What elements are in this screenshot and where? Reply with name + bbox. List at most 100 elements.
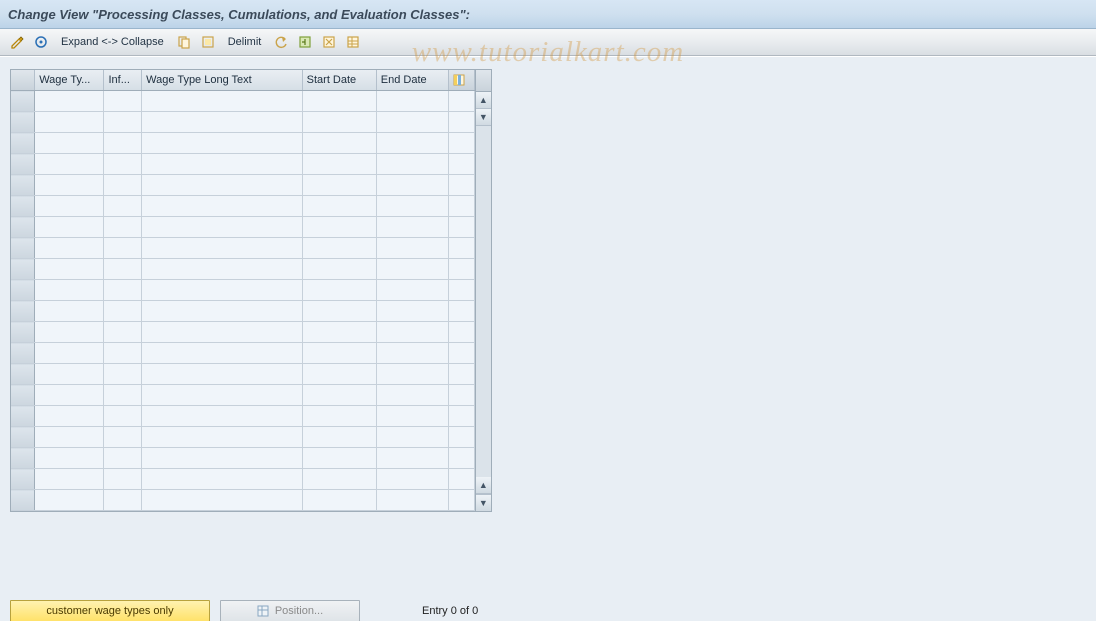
cell[interactable]: [142, 490, 303, 511]
cell[interactable]: [104, 196, 142, 217]
cell[interactable]: [104, 112, 142, 133]
row-selector[interactable]: [11, 280, 35, 301]
cell[interactable]: [35, 406, 104, 427]
cell[interactable]: [104, 154, 142, 175]
cell[interactable]: [302, 385, 376, 406]
scroll-track[interactable]: [476, 126, 491, 477]
row-selector[interactable]: [11, 196, 35, 217]
cell[interactable]: [448, 343, 474, 364]
row-selector[interactable]: [11, 133, 35, 154]
cell[interactable]: [448, 175, 474, 196]
cell[interactable]: [302, 196, 376, 217]
cell[interactable]: [376, 280, 448, 301]
cell[interactable]: [448, 406, 474, 427]
cell[interactable]: [104, 238, 142, 259]
cell[interactable]: [104, 217, 142, 238]
change-icon[interactable]: [6, 31, 28, 53]
cell[interactable]: [448, 448, 474, 469]
cell[interactable]: [142, 238, 303, 259]
cell[interactable]: [448, 238, 474, 259]
row-selector[interactable]: [11, 154, 35, 175]
expand-collapse-button[interactable]: Expand <-> Collapse: [54, 31, 171, 53]
scroll-down-step-icon[interactable]: ▼: [476, 109, 491, 126]
cell[interactable]: [376, 112, 448, 133]
cell[interactable]: [104, 301, 142, 322]
row-selector[interactable]: [11, 343, 35, 364]
cell[interactable]: [302, 469, 376, 490]
cell[interactable]: [35, 301, 104, 322]
cell[interactable]: [302, 406, 376, 427]
row-selector[interactable]: [11, 427, 35, 448]
table-row[interactable]: [11, 175, 474, 196]
other-view-icon[interactable]: [30, 31, 52, 53]
cell[interactable]: [142, 343, 303, 364]
cell[interactable]: [302, 322, 376, 343]
cell[interactable]: [142, 427, 303, 448]
cell[interactable]: [376, 196, 448, 217]
cell[interactable]: [302, 217, 376, 238]
cell[interactable]: [35, 364, 104, 385]
row-selector[interactable]: [11, 259, 35, 280]
cell[interactable]: [142, 385, 303, 406]
cell[interactable]: [302, 301, 376, 322]
cell[interactable]: [448, 91, 474, 112]
cell[interactable]: [142, 322, 303, 343]
cell[interactable]: [376, 322, 448, 343]
col-inf[interactable]: Inf...: [104, 70, 142, 91]
cell[interactable]: [448, 364, 474, 385]
scroll-down-icon[interactable]: ▼: [476, 494, 491, 511]
deselect-all-icon[interactable]: [318, 31, 340, 53]
row-selector[interactable]: [11, 217, 35, 238]
cell[interactable]: [35, 154, 104, 175]
row-selector[interactable]: [11, 385, 35, 406]
cell[interactable]: [104, 469, 142, 490]
cell[interactable]: [142, 112, 303, 133]
cell[interactable]: [104, 406, 142, 427]
table-row[interactable]: [11, 469, 474, 490]
cell[interactable]: [35, 238, 104, 259]
row-selector[interactable]: [11, 175, 35, 196]
cell[interactable]: [448, 427, 474, 448]
cell[interactable]: [142, 469, 303, 490]
row-selector[interactable]: [11, 364, 35, 385]
cell[interactable]: [35, 112, 104, 133]
cell[interactable]: [35, 427, 104, 448]
col-start-date[interactable]: Start Date: [302, 70, 376, 91]
table-row[interactable]: [11, 196, 474, 217]
row-selector[interactable]: [11, 322, 35, 343]
cell[interactable]: [302, 427, 376, 448]
cell[interactable]: [448, 112, 474, 133]
table-row[interactable]: [11, 91, 474, 112]
row-selector[interactable]: [11, 112, 35, 133]
cell[interactable]: [448, 154, 474, 175]
cell[interactable]: [142, 448, 303, 469]
table-row[interactable]: [11, 343, 474, 364]
cell[interactable]: [142, 364, 303, 385]
cell[interactable]: [104, 259, 142, 280]
row-selector[interactable]: [11, 91, 35, 112]
cell[interactable]: [142, 406, 303, 427]
row-selector[interactable]: [11, 469, 35, 490]
cell[interactable]: [448, 490, 474, 511]
table-config-icon[interactable]: [448, 70, 474, 91]
table-row[interactable]: [11, 406, 474, 427]
cell[interactable]: [376, 490, 448, 511]
cell[interactable]: [376, 238, 448, 259]
cell[interactable]: [376, 91, 448, 112]
vertical-scrollbar[interactable]: ▲ ▼ ▲ ▼: [475, 70, 491, 511]
table-row[interactable]: [11, 133, 474, 154]
cell[interactable]: [448, 217, 474, 238]
cell[interactable]: [104, 364, 142, 385]
cell[interactable]: [104, 322, 142, 343]
cell[interactable]: [448, 469, 474, 490]
cell[interactable]: [302, 133, 376, 154]
cell[interactable]: [104, 133, 142, 154]
cell[interactable]: [448, 133, 474, 154]
table-row[interactable]: [11, 322, 474, 343]
cell[interactable]: [104, 385, 142, 406]
cell[interactable]: [104, 343, 142, 364]
cell[interactable]: [142, 259, 303, 280]
cell[interactable]: [142, 91, 303, 112]
col-wage-type[interactable]: Wage Ty...: [35, 70, 104, 91]
cell[interactable]: [376, 385, 448, 406]
